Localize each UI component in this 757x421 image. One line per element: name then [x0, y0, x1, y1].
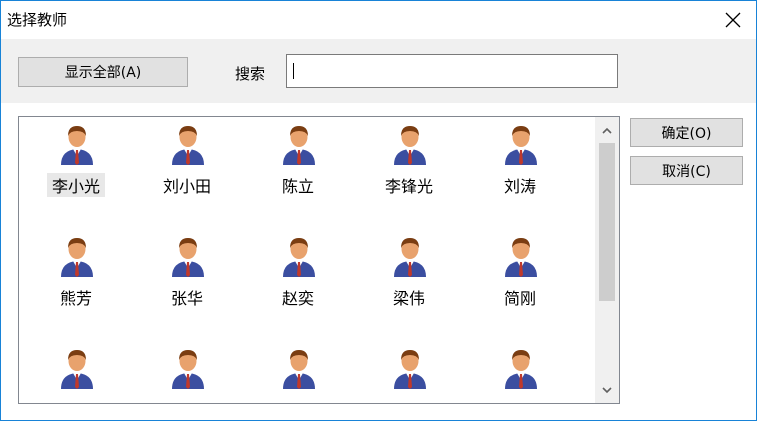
- text-caret: [293, 63, 294, 79]
- teacher-avatar-icon: [281, 347, 317, 389]
- teacher-avatar-icon: [170, 235, 206, 277]
- teacher-item[interactable]: 梁伟: [354, 229, 464, 329]
- chevron-up-icon: [602, 127, 612, 134]
- scroll-thumb[interactable]: [599, 143, 615, 301]
- teacher-item[interactable]: 熊芳: [21, 229, 131, 329]
- teacher-avatar-icon: [170, 347, 206, 389]
- teacher-name: 刘涛: [503, 177, 536, 196]
- teacher-item[interactable]: [354, 341, 464, 403]
- teacher-avatar-icon: [59, 347, 95, 389]
- teacher-avatar-icon: [59, 123, 95, 165]
- teacher-item[interactable]: 刘涛: [465, 117, 575, 217]
- teacher-name: 陈立: [281, 177, 314, 196]
- select-teacher-dialog: 选择教师 显示全部(A) 搜索 李小光 刘小田 陈立 李锋光 刘涛 熊芳 张华 …: [0, 0, 757, 421]
- close-button[interactable]: [710, 1, 756, 39]
- teacher-name: 李锋光: [384, 177, 433, 196]
- dialog-title: 选择教师: [7, 11, 68, 29]
- teacher-item[interactable]: 赵奕: [243, 229, 353, 329]
- teacher-item[interactable]: 李小光: [21, 117, 131, 217]
- search-input[interactable]: [286, 54, 618, 88]
- teacher-item[interactable]: [465, 341, 575, 403]
- teacher-avatar-icon: [503, 347, 539, 389]
- search-label: 搜索: [235, 65, 266, 83]
- teacher-name: 刘小田: [162, 177, 211, 196]
- vertical-scrollbar[interactable]: [595, 117, 619, 403]
- teacher-name: 梁伟: [392, 289, 425, 308]
- teacher-avatar-icon: [170, 123, 206, 165]
- teacher-item[interactable]: 张华: [132, 229, 242, 329]
- teacher-avatar-icon: [59, 235, 95, 277]
- show-all-button[interactable]: 显示全部(A): [18, 57, 188, 87]
- scroll-down-button[interactable]: [595, 379, 619, 401]
- teacher-avatar-icon: [281, 123, 317, 165]
- teacher-list[interactable]: 李小光 刘小田 陈立 李锋光 刘涛 熊芳 张华 赵奕 梁伟 简刚: [18, 116, 620, 404]
- scroll-up-button[interactable]: [595, 119, 619, 141]
- teacher-grid: 李小光 刘小田 陈立 李锋光 刘涛 熊芳 张华 赵奕 梁伟 简刚: [19, 117, 594, 403]
- ok-button[interactable]: 确定(O): [630, 118, 743, 147]
- title-bar: 选择教师: [1, 1, 756, 39]
- teacher-item[interactable]: [21, 341, 131, 403]
- teacher-avatar-icon: [503, 235, 539, 277]
- teacher-item[interactable]: [243, 341, 353, 403]
- teacher-item[interactable]: 刘小田: [132, 117, 242, 217]
- teacher-avatar-icon: [281, 235, 317, 277]
- teacher-avatar-icon: [392, 235, 428, 277]
- teacher-name: 熊芳: [59, 289, 92, 308]
- close-icon: [725, 12, 741, 28]
- cancel-button[interactable]: 取消(C): [630, 156, 743, 185]
- teacher-item[interactable]: 李锋光: [354, 117, 464, 217]
- teacher-item[interactable]: 陈立: [243, 117, 353, 217]
- teacher-name: 张华: [170, 289, 203, 308]
- toolbar: 显示全部(A) 搜索: [1, 39, 756, 103]
- teacher-avatar-icon: [392, 347, 428, 389]
- teacher-name: 李小光: [47, 173, 105, 197]
- teacher-item[interactable]: 简刚: [465, 229, 575, 329]
- chevron-down-icon: [602, 386, 612, 393]
- teacher-name: 赵奕: [281, 289, 314, 308]
- teacher-avatar-icon: [392, 123, 428, 165]
- teacher-name: 简刚: [503, 289, 536, 308]
- teacher-avatar-icon: [503, 123, 539, 165]
- teacher-item[interactable]: [132, 341, 242, 403]
